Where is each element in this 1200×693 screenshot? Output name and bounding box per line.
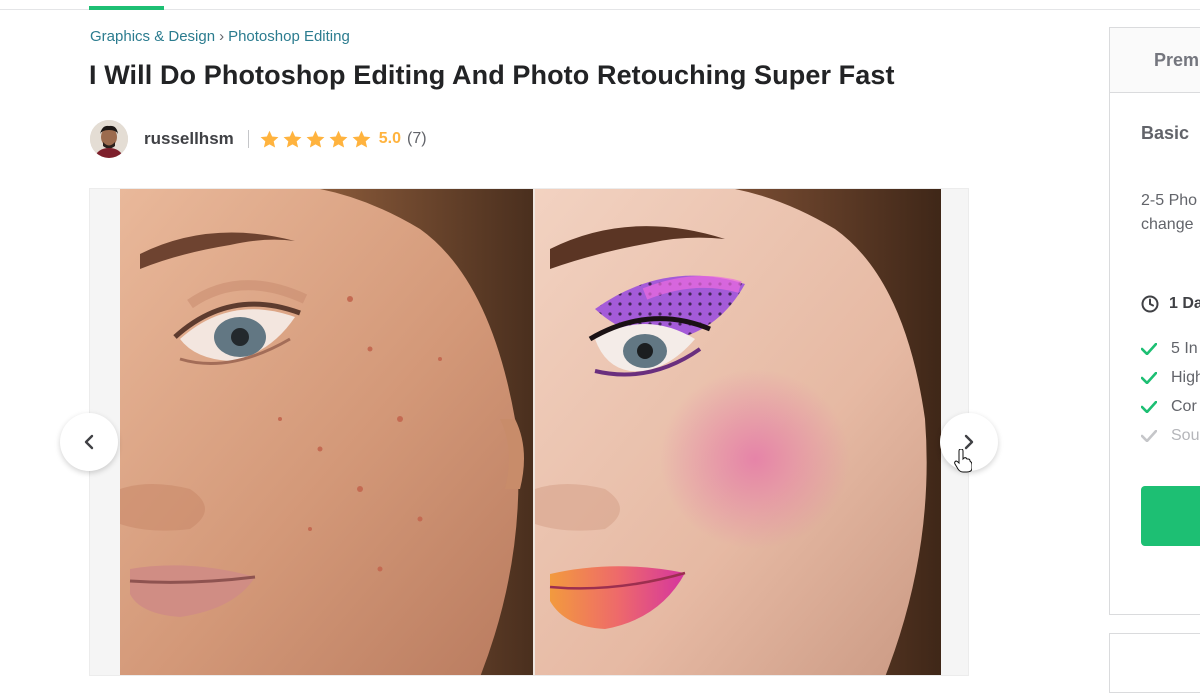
feature-label: Cor (1171, 397, 1197, 415)
contact-seller-panel (1109, 633, 1200, 693)
feature-label: 5 In (1171, 339, 1198, 357)
checkmark-icon (1141, 429, 1157, 442)
feature-label: Sou (1171, 426, 1200, 444)
hand-pointer-icon (954, 449, 972, 473)
feature-item: Cor (1141, 392, 1200, 421)
package-name: Basic (1141, 123, 1190, 143)
package-description-line: change (1141, 216, 1194, 233)
breadcrumb-subcategory-link[interactable]: Photoshop Editing (228, 28, 350, 45)
star-rating (259, 129, 372, 150)
feature-item: High (1141, 363, 1200, 392)
breadcrumb-category-link[interactable]: Graphics & Design (90, 28, 215, 45)
seller-username-link[interactable]: russellhsm (144, 129, 234, 149)
gallery-prev-button[interactable] (60, 413, 118, 471)
feature-item: 5 In (1141, 334, 1200, 363)
rating-score: 5.0 (378, 130, 402, 147)
seller-overview: russellhsm 5.0 (7) (90, 118, 427, 160)
star-icon (329, 130, 348, 148)
delivery-time: 1 Da (1141, 295, 1200, 313)
breadcrumb-separator: › (219, 28, 225, 45)
package-description-line: 2-5 Pho (1141, 192, 1198, 209)
chevron-left-icon (84, 434, 94, 450)
chevron-right-icon (964, 434, 974, 450)
checkmark-icon (1141, 342, 1157, 355)
clock-icon (1141, 295, 1159, 313)
feature-item: Sou (1141, 421, 1200, 450)
delivery-label: 1 Da (1169, 295, 1200, 312)
package-description: 2-5 Pho change (1141, 189, 1200, 237)
gig-gallery (89, 188, 969, 676)
review-count-link[interactable]: (7) (407, 130, 427, 148)
seller-rating-divider (247, 130, 249, 148)
top-nav-divider (0, 9, 1200, 10)
active-nav-indicator (89, 6, 164, 10)
star-icon (352, 130, 371, 148)
before-photo (120, 189, 533, 675)
tab-premium-label: Prem (1154, 50, 1200, 70)
star-icon (306, 130, 325, 148)
breadcrumb: Graphics & Design › Photoshop Editing (90, 28, 350, 45)
package-panel: Prem Basic 2-5 Pho change 1 Da 5 In High… (1109, 27, 1200, 615)
gig-title: I Will Do Photoshop Editing And Photo Re… (89, 60, 895, 90)
checkmark-icon (1141, 371, 1157, 384)
star-icon (260, 130, 279, 148)
feature-label: High (1171, 368, 1200, 386)
package-features: 5 In High Cor Sou (1141, 334, 1200, 450)
after-photo (535, 189, 941, 675)
continue-button[interactable] (1141, 486, 1200, 546)
checkmark-icon (1141, 400, 1157, 413)
tab-premium[interactable]: Prem (1110, 28, 1200, 93)
seller-avatar[interactable] (90, 120, 128, 158)
star-icon (283, 130, 302, 148)
